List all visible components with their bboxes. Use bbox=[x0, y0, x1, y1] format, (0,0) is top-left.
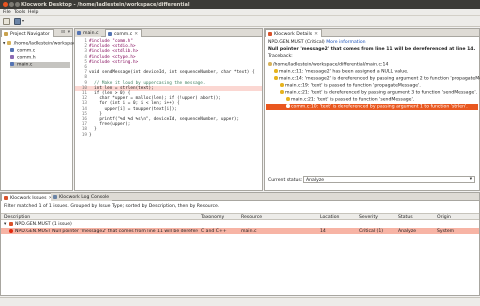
collapse-all-icon[interactable]: ⊟ bbox=[61, 30, 65, 35]
col-resource[interactable]: Resource bbox=[241, 215, 262, 220]
error-icon bbox=[9, 229, 13, 233]
klocwork-icon bbox=[268, 32, 272, 36]
trace-item[interactable]: /home/ladlestein/workspace/differential/… bbox=[268, 62, 388, 68]
trace-step-icon bbox=[274, 69, 278, 73]
code-editor-panel: main.c comm.c ✕ 1 #include "comm.h" 2 #inclu… bbox=[74, 28, 263, 191]
editor-tabbar: main.c comm.c ✕ bbox=[75, 29, 262, 37]
issue-type-icon bbox=[9, 222, 13, 226]
issue-group-row[interactable]: ▾ NPD.GEN.MUST (1 issue) bbox=[1, 221, 479, 227]
traceback-label: Traceback: bbox=[268, 54, 293, 59]
col-location[interactable]: Location bbox=[320, 215, 339, 220]
trace-item[interactable]: comm.c:10: 'text' is dereferenced by pas… bbox=[266, 104, 478, 110]
more-information-link[interactable]: More information bbox=[326, 40, 365, 45]
trace-step-icon bbox=[280, 90, 284, 94]
trace-step-icon bbox=[280, 83, 284, 87]
trace-text: main.c:21: 'text' is passed to function … bbox=[291, 97, 415, 103]
status-select[interactable]: Analyze ▾ bbox=[303, 176, 475, 183]
trace-item[interactable]: main.c:21: 'text' is dereferenced by pas… bbox=[280, 90, 477, 96]
code-line[interactable]: 19} bbox=[75, 133, 262, 138]
tab-project-navigator[interactable]: Project Navigator bbox=[1, 29, 54, 37]
close-window-button[interactable] bbox=[3, 2, 8, 7]
trace-text: comm.c:10: 'text' is dereferenced by pas… bbox=[291, 104, 468, 110]
expand-icon[interactable]: ▾ bbox=[4, 222, 6, 227]
issues-table-header: Description Taxonomy Resource Location S… bbox=[1, 213, 479, 220]
file-icon bbox=[268, 62, 272, 66]
details-tabbar: Klocwork Details ✕ bbox=[265, 29, 479, 37]
trace-text: main.c:11: 'message2' has been assigned … bbox=[279, 69, 409, 75]
chevron-down-icon: ▾ bbox=[469, 177, 472, 182]
col-severity[interactable]: Severity bbox=[359, 215, 378, 220]
trace-text: main.c:19: 'text' is passed to function … bbox=[285, 83, 421, 89]
menu-tools[interactable]: Tools bbox=[14, 10, 25, 15]
navigator-icon bbox=[4, 32, 8, 36]
title-bar: Klocwork Desktop - /home/ladlestein/work… bbox=[0, 0, 480, 9]
trace-text: main.c:14: 'message2' is dereferenced by… bbox=[279, 76, 480, 82]
trace-item[interactable]: main.c:14: 'message2' is dereferenced by… bbox=[274, 76, 480, 82]
c-file-icon bbox=[108, 32, 112, 36]
col-status[interactable]: Status bbox=[398, 215, 413, 220]
trace-item[interactable]: main.c:21: 'text' is passed to function … bbox=[286, 97, 414, 103]
tab-klocwork-details[interactable]: Klocwork Details ✕ bbox=[265, 29, 322, 37]
tab-comm-c[interactable]: comm.c ✕ bbox=[105, 29, 143, 37]
issue-code: NPD.GEN.MUST (Critical) More information bbox=[268, 40, 366, 45]
toolbar: ▾ bbox=[0, 16, 480, 27]
trace-item[interactable]: main.c:11: 'message2' has been assigned … bbox=[274, 69, 409, 75]
issues-tabbar: Klocwork Issues✕ Klocwork Log Console bbox=[1, 193, 479, 201]
col-taxonomy[interactable]: Taxonomy bbox=[201, 215, 224, 220]
menu-help[interactable]: Help bbox=[28, 10, 38, 15]
issue-message: Null pointer 'message2' that comes from … bbox=[268, 47, 476, 52]
code-area[interactable]: 1 #include "comm.h" 2 #include <stdio.h> 3 #i… bbox=[75, 38, 262, 190]
view-menu-icon[interactable]: ▾ bbox=[68, 30, 70, 35]
col-description[interactable]: Description bbox=[4, 215, 30, 220]
close-tab-icon[interactable]: ✕ bbox=[314, 32, 318, 37]
dropdown-arrow-icon[interactable]: ▾ bbox=[22, 18, 26, 25]
maximize-window-button[interactable] bbox=[15, 2, 20, 7]
menu-bar: File Tools Help bbox=[0, 9, 480, 16]
minimize-window-button[interactable] bbox=[9, 2, 14, 7]
trace-item[interactable]: main.c:19: 'text' is passed to function … bbox=[280, 83, 421, 89]
klocwork-details-panel: Klocwork Details ✕ NPD.GEN.MUST (Critical… bbox=[264, 28, 480, 191]
col-origin[interactable]: Origin bbox=[437, 215, 451, 220]
project-navigator-panel: Project Navigator ⊟ ▾ ▾ /home/ladlestein… bbox=[0, 28, 84, 191]
c-file-icon bbox=[77, 31, 81, 35]
nav-tabbar: Project Navigator ⊟ ▾ bbox=[1, 29, 72, 37]
trace-text: /home/ladlestein/workspace/differential/… bbox=[273, 62, 389, 68]
trace-step-icon bbox=[286, 97, 290, 101]
close-tab-icon[interactable]: ✕ bbox=[134, 32, 138, 37]
c-file-icon bbox=[10, 48, 14, 52]
c-file-icon bbox=[10, 62, 14, 66]
issues-icon bbox=[4, 196, 8, 200]
filter-status: Filter matched 1 of 1 issues. Grouped by… bbox=[4, 204, 220, 209]
tab-main-c[interactable]: main.c bbox=[75, 29, 102, 37]
tree-file-comm-h[interactable]: comm.h bbox=[10, 55, 36, 61]
issue-row[interactable]: NPD.GEN.MUST Null pointer 'message2' tha… bbox=[1, 228, 479, 234]
current-status-label: Current status: bbox=[268, 178, 303, 183]
line-source: } bbox=[89, 132, 92, 138]
console-icon bbox=[53, 195, 57, 199]
trace-text: main.c:21: 'text' is dereferenced by pas… bbox=[285, 90, 478, 96]
trace-step-icon bbox=[274, 76, 278, 80]
window-title: Klocwork Desktop - /home/ladlestein/work… bbox=[21, 1, 190, 8]
issues-panel: Klocwork Issues✕ Klocwork Log Console Fi… bbox=[0, 192, 480, 296]
h-file-icon bbox=[10, 55, 14, 59]
tree-root[interactable]: ▾ /home/ladlestein/workspace/di bbox=[3, 41, 84, 47]
tree-file-main-c[interactable]: main.c bbox=[10, 62, 70, 68]
trace-step-icon bbox=[286, 104, 290, 108]
tree-file-comm-c[interactable]: comm.c bbox=[10, 48, 35, 54]
line-number: 19 bbox=[81, 132, 87, 138]
tab-klocwork-issues[interactable]: Klocwork Issues✕ bbox=[1, 193, 57, 201]
status-bar bbox=[0, 297, 480, 306]
tab-klocwork-log-console[interactable]: Klocwork Log Console bbox=[51, 193, 113, 201]
project-folder-icon bbox=[6, 41, 11, 45]
expand-icon[interactable]: ▾ bbox=[3, 42, 5, 47]
menu-file[interactable]: File bbox=[3, 10, 11, 15]
new-file-icon[interactable] bbox=[3, 18, 10, 25]
save-icon[interactable] bbox=[14, 18, 21, 25]
